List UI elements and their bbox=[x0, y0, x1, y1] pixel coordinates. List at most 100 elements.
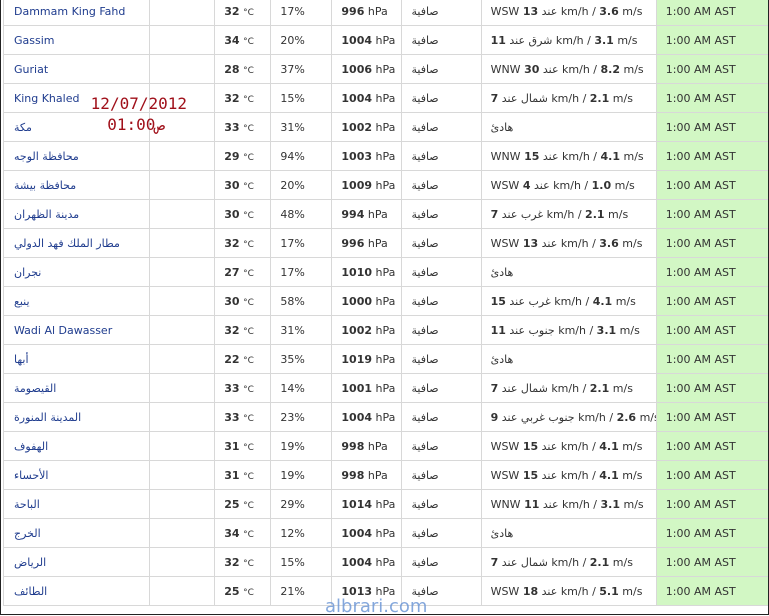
city-link[interactable]: محافظة بيشة bbox=[14, 179, 76, 192]
unit-kmh: km/h bbox=[551, 91, 580, 105]
pressure-cell: 1004 hPa bbox=[331, 83, 403, 113]
temperature-cell: 32 °C bbox=[214, 0, 272, 26]
city-link[interactable]: الأحساء bbox=[14, 469, 48, 482]
wind-calm: هادئ bbox=[490, 526, 514, 540]
city-link[interactable]: الباحة bbox=[14, 498, 40, 511]
wind-calm: هادئ bbox=[490, 120, 514, 134]
unit-kmh: km/h bbox=[560, 439, 589, 453]
temperature-unit: °C bbox=[243, 326, 254, 337]
wind-speed-kmh: 9 bbox=[490, 410, 499, 424]
city-link[interactable]: القيصومة bbox=[14, 382, 56, 395]
observation-time-cell: 1:00 AM AST bbox=[655, 402, 768, 432]
humidity-cell: 37% bbox=[270, 54, 333, 84]
wind-cell: هادئ bbox=[480, 344, 657, 374]
city-link[interactable]: المدينة المنورة bbox=[14, 411, 81, 424]
wind-cell: هادئ bbox=[480, 112, 657, 142]
city-link[interactable]: Dammam King Fahd bbox=[14, 5, 125, 18]
city-link[interactable]: محافظة الوجه bbox=[14, 150, 79, 163]
table-row: نجران 27 °C 17% 1010 hPa صافية هادئ 1:00 AM AS… bbox=[2, 257, 768, 287]
table-row: Gassim 34 °C 20% 1004 hPa صافية 11 شرق عند km… bbox=[2, 25, 768, 55]
wind-direction: WSW bbox=[490, 236, 520, 250]
wind-speed-ms: 2.1 bbox=[585, 207, 605, 221]
wind-arabic-label: شمال عند bbox=[501, 555, 548, 569]
temperature-unit: °C bbox=[243, 210, 254, 221]
observation-time-cell: 1:00 AM AST bbox=[655, 547, 768, 577]
pressure-unit: hPa bbox=[375, 381, 396, 395]
unit-kmh: km/h bbox=[562, 149, 590, 163]
city-link[interactable]: نجران bbox=[14, 266, 41, 279]
unit-kmh: km/h bbox=[555, 33, 584, 47]
wind-speed-ms: 8.2 bbox=[600, 62, 621, 76]
temperature-value: 28 bbox=[224, 62, 240, 76]
pressure-value: 996 bbox=[341, 4, 365, 18]
city-link[interactable]: الرياض bbox=[14, 556, 46, 569]
city-link[interactable]: الخرج bbox=[14, 527, 41, 540]
temperature-value: 27 bbox=[224, 265, 240, 279]
condition-cell: صافية bbox=[401, 25, 482, 55]
unit-kmh: km/h bbox=[560, 584, 589, 598]
city-link[interactable]: Guriat bbox=[14, 63, 48, 76]
city-link[interactable]: ينبع bbox=[14, 295, 30, 308]
empty-cell bbox=[149, 286, 216, 316]
temperature-cell: 29 °C bbox=[214, 141, 272, 171]
table-row: مطار الملك فهد الدولي 32 °C 17% 996 hPa صافي… bbox=[2, 228, 768, 258]
city-cell: المدينة المنورة bbox=[2, 402, 151, 432]
city-link[interactable]: الهفوف bbox=[14, 440, 48, 453]
humidity-cell: 48% bbox=[270, 199, 333, 229]
empty-cell bbox=[149, 344, 216, 374]
wind-speed-ms: 2.1 bbox=[589, 381, 610, 395]
pressure-cell: 1002 hPa bbox=[331, 112, 403, 142]
wind-arabic-label: غرب عند bbox=[501, 207, 544, 221]
observation-time-cell: 1:00 AM AST bbox=[655, 518, 768, 548]
wind-arabic-label: جنوب غربي عند bbox=[501, 410, 575, 424]
condition-cell: صافية bbox=[401, 344, 482, 374]
date-time-stamp: 12/07/2012 01:00ص bbox=[75, 93, 187, 135]
observation-time-cell: 1:00 AM AST bbox=[655, 286, 768, 316]
unit-ms: m/s bbox=[612, 555, 633, 569]
observation-time-cell: 1:00 AM AST bbox=[655, 83, 768, 113]
temperature-value: 30 bbox=[224, 294, 240, 308]
table-row: الأحساء 31 °C 19% 998 hPa صافية WSW 15 عند km… bbox=[2, 460, 768, 490]
table-row: أبها 22 °C 35% 1019 hPa صافية هادئ 1:00 AM AST bbox=[2, 344, 768, 374]
pressure-cell: 1002 hPa bbox=[331, 315, 403, 345]
wind-speed-kmh: 7 bbox=[490, 207, 499, 221]
pressure-value: 998 bbox=[341, 468, 365, 482]
wind-direction: WSW bbox=[490, 178, 520, 192]
city-cell: القيصومة bbox=[2, 373, 151, 403]
city-link[interactable]: Wadi Al Dawasser bbox=[14, 324, 112, 337]
wind-arabic-label: عند bbox=[541, 584, 558, 598]
unit-ms: m/s bbox=[614, 178, 635, 192]
wind-speed-kmh: 7 bbox=[490, 381, 499, 395]
city-link[interactable]: مكة bbox=[14, 121, 32, 134]
temperature-value: 33 bbox=[224, 120, 240, 134]
table-row: الباحة 25 °C 29% 1014 hPa صافية WNW 11 عند km… bbox=[2, 489, 768, 519]
wind-direction: WSW bbox=[490, 4, 520, 18]
wind-cell: 7 شمال عند km/h / 2.1 m/s bbox=[480, 373, 657, 403]
temperature-unit: °C bbox=[243, 355, 254, 366]
unit-kmh: km/h bbox=[546, 207, 575, 221]
weather-table-frame: Dammam King Fahd 32 °C 17% 996 hPa صافية WSW … bbox=[0, 0, 769, 615]
wind-arabic-label: شمال عند bbox=[501, 381, 548, 395]
empty-cell bbox=[149, 489, 216, 519]
pressure-value: 996 bbox=[341, 236, 365, 250]
city-link[interactable]: الطائف bbox=[14, 585, 47, 598]
unit-ms: m/s bbox=[639, 410, 656, 424]
pressure-value: 1003 bbox=[341, 149, 373, 163]
table-row: الرياض 32 °C 15% 1004 hPa صافية 7 شمال عند km… bbox=[2, 547, 768, 577]
wind-direction: WSW bbox=[490, 468, 520, 482]
observation-time-cell: 1:00 AM AST bbox=[655, 25, 768, 55]
city-link[interactable]: مطار الملك فهد الدولي bbox=[14, 237, 120, 250]
wind-speed-ms: 3.1 bbox=[594, 33, 614, 47]
temperature-unit: °C bbox=[243, 384, 254, 395]
pressure-unit: hPa bbox=[375, 294, 396, 308]
city-link[interactable]: مدينة الظهران bbox=[14, 208, 79, 221]
temperature-unit: °C bbox=[243, 587, 254, 598]
city-link[interactable]: King Khaled bbox=[14, 92, 79, 105]
city-cell: الخرج bbox=[2, 518, 151, 548]
wind-speed-kmh: 15 bbox=[524, 149, 540, 163]
empty-cell bbox=[149, 25, 216, 55]
city-link[interactable]: أبها bbox=[14, 353, 29, 366]
city-link[interactable]: Gassim bbox=[14, 34, 55, 47]
condition-cell: صافية bbox=[401, 489, 482, 519]
humidity-cell: 58% bbox=[270, 286, 333, 316]
